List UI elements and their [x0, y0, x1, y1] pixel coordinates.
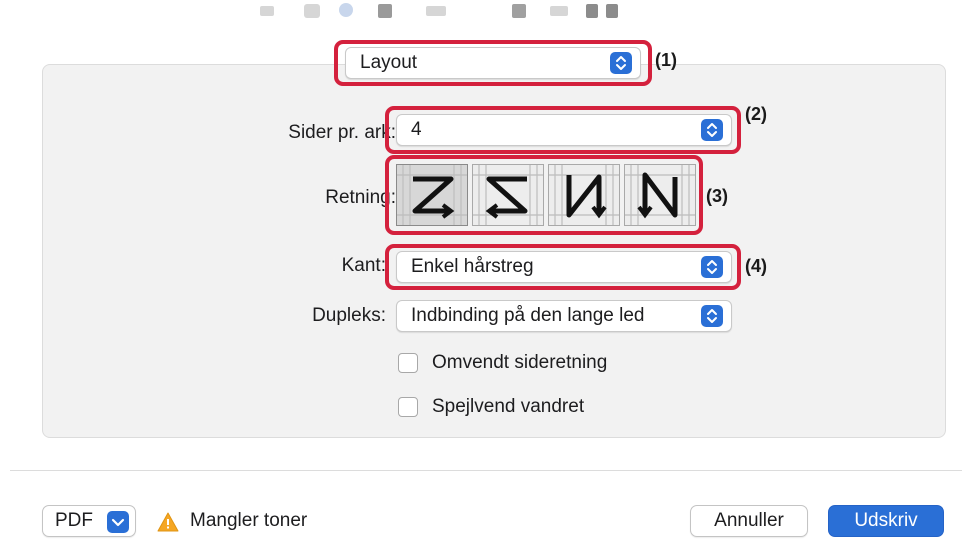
duplex-value: Indbinding på den lange led [411, 305, 645, 326]
callout-2: (2) [745, 104, 767, 124]
stepper-icon [701, 119, 723, 141]
footer-divider [10, 470, 962, 471]
direction-option-reverse-n[interactable] [548, 164, 620, 226]
stepper-icon [610, 52, 632, 74]
stepper-icon [701, 305, 723, 327]
cancel-button[interactable]: Annuller [690, 505, 808, 537]
n-order-icon [625, 165, 695, 225]
direction-option-reverse-z[interactable] [472, 164, 544, 226]
stepper-icon [701, 256, 723, 278]
direction-option-n[interactable] [624, 164, 696, 226]
cropped-toolbar-remnant [260, 3, 618, 18]
pages-per-sheet-value: 4 [411, 119, 422, 140]
warning-icon [157, 512, 179, 532]
mirror-horizontal-label: Spejlvend vandret [432, 396, 585, 417]
reverse-orientation-checkbox[interactable] [398, 353, 418, 373]
reverse-z-order-icon [473, 165, 543, 225]
mirror-horizontal-checkbox[interactable] [398, 397, 418, 417]
pages-per-sheet-popup[interactable]: 4 [396, 114, 732, 146]
pdf-label: PDF [55, 510, 93, 531]
warning-text: Mangler toner [190, 510, 308, 531]
z-order-icon [397, 165, 467, 225]
direction-label: Retning: [325, 187, 396, 208]
print-button[interactable]: Udskriv [828, 505, 944, 537]
chevron-down-icon [107, 511, 129, 533]
duplex-popup[interactable]: Indbinding på den lange led [396, 300, 732, 332]
callout-4: (4) [745, 256, 767, 276]
reverse-orientation-label: Omvendt sideretning [432, 352, 608, 373]
border-value: Enkel hårstreg [411, 256, 534, 277]
callout-1: (1) [655, 50, 677, 70]
callout-3: (3) [706, 186, 728, 206]
section-popup-value: Layout [360, 52, 418, 73]
pages-per-sheet-label: Sider pr. ark: [288, 122, 396, 143]
border-popup[interactable]: Enkel hårstreg [396, 251, 732, 283]
border-label: Kant: [341, 255, 386, 276]
section-popup[interactable]: Layout [345, 47, 641, 79]
direction-options [396, 164, 696, 226]
direction-option-z[interactable] [396, 164, 468, 226]
duplex-label: Dupleks: [312, 305, 386, 326]
pdf-menu-button[interactable]: PDF [42, 505, 136, 537]
reverse-n-order-icon [549, 165, 619, 225]
